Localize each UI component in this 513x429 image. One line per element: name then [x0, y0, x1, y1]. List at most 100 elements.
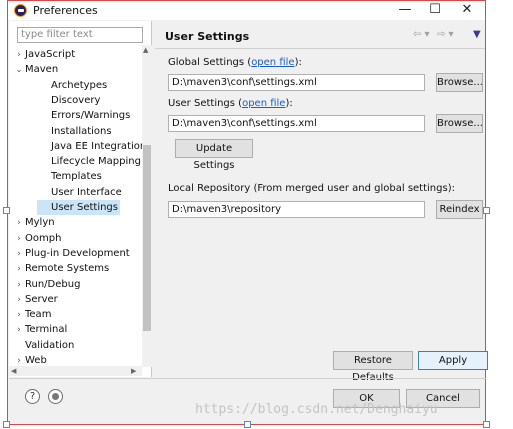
tree-item-label: Discovery: [51, 94, 101, 106]
user-settings-label-text: User Settings (: [168, 98, 243, 109]
collapse-chevron-icon[interactable]: ›: [13, 323, 25, 338]
preferences-tree: › JavaScript ⌄ Maven Archetypes Discovery Erro…: [9, 45, 142, 369]
local-repository-field: D:\maven3\repository: [168, 201, 425, 218]
scroll-left-arrow-icon[interactable]: ◀: [11, 366, 16, 376]
scroll-right-arrow-icon[interactable]: ▶: [131, 366, 136, 376]
tree-item-label: Validation: [25, 339, 75, 351]
tree-item-label: Team: [25, 309, 52, 321]
tree-item-label: Run/Debug: [25, 278, 81, 290]
tree-vertical-scrollbar[interactable]: ▲: [142, 45, 152, 367]
resize-handle-bottom-right[interactable]: [483, 421, 490, 428]
tree-item[interactable]: Archetypes: [37, 78, 109, 93]
tree-item-label: Java EE Integration: [51, 140, 142, 152]
title-separator: [155, 48, 485, 49]
expand-chevron-icon[interactable]: ⌄: [13, 63, 25, 78]
settings-page: User Settings ⇦ ▾ ⇨ ▾ ▼ Global Settings …: [155, 21, 488, 383]
tree-item-label: Installations: [51, 125, 112, 137]
tree-item[interactable]: › Terminal: [11, 322, 69, 337]
tree-item[interactable]: › Oomph: [11, 231, 63, 246]
help-icon[interactable]: ?: [25, 389, 40, 404]
watermark-text: https://blog.csdn.net/Denghaiyu: [195, 402, 438, 417]
footer-separator: [9, 378, 486, 379]
forward-arrow-icon[interactable]: ⇨ ▾: [437, 29, 454, 40]
global-settings-label: Global Settings (open file):: [168, 57, 302, 68]
global-settings-label-suffix: ):: [294, 57, 302, 68]
collapse-chevron-icon[interactable]: ›: [13, 262, 25, 277]
title-bar: Preferences — ☐ ✕: [8, 1, 485, 20]
tree-item[interactable]: Java EE Integration: [37, 139, 142, 154]
collapse-chevron-icon[interactable]: ›: [13, 216, 25, 231]
global-open-file-link[interactable]: open file: [251, 57, 294, 68]
update-settings-button[interactable]: Update Settings: [175, 139, 253, 171]
tree-item-label: User Interface: [51, 186, 122, 198]
tree-item-label: Templates: [51, 171, 102, 183]
filter-input[interactable]: type filter text: [17, 27, 143, 43]
global-settings-field[interactable]: D:\maven3\conf\settings.xml: [168, 74, 425, 91]
collapse-chevron-icon[interactable]: ›: [13, 247, 25, 262]
back-arrow-icon[interactable]: ⇦ ▾: [413, 29, 430, 40]
maximize-button[interactable]: ☐: [420, 2, 450, 19]
record-icon[interactable]: [48, 389, 63, 404]
tree-item-label: Web: [25, 355, 47, 366]
record-dot: [52, 393, 59, 400]
tree-item[interactable]: › Run/Debug: [11, 277, 82, 292]
restore-defaults-button[interactable]: Restore Defaults: [333, 351, 413, 383]
minimize-button[interactable]: —: [390, 2, 420, 19]
user-settings-label: User Settings (open file):: [168, 98, 293, 109]
view-menu-icon[interactable]: ▼: [473, 29, 481, 40]
tree-item-label: Errors/Warnings: [51, 110, 131, 122]
user-settings-field[interactable]: D:\maven3\conf\settings.xml: [168, 115, 425, 132]
tree-item-label: Server: [25, 293, 58, 305]
global-browse-button[interactable]: Browse...: [436, 73, 483, 92]
tree-item[interactable]: Lifecycle Mapping: [37, 154, 142, 169]
resize-handle-right[interactable]: [483, 207, 490, 214]
tree-item-label: Archetypes: [51, 79, 108, 91]
tree-item-label: Remote Systems: [25, 263, 110, 275]
tree-item-label: Oomph: [25, 232, 62, 244]
eclipse-icon: [14, 4, 27, 17]
tree-item[interactable]: Templates: [37, 169, 104, 184]
collapse-chevron-icon[interactable]: ›: [13, 308, 25, 323]
close-button[interactable]: ✕: [452, 2, 482, 19]
resize-handle-bottom[interactable]: [244, 421, 251, 428]
tree-horizontal-scrollbar[interactable]: ◀ ▶: [9, 366, 142, 376]
user-browse-button[interactable]: Browse...: [436, 114, 483, 133]
collapse-chevron-icon[interactable]: ›: [13, 232, 25, 247]
tree-item[interactable]: Installations: [37, 124, 114, 139]
resize-handle-left[interactable]: [3, 207, 10, 214]
page-title: User Settings: [165, 30, 250, 43]
tree-item-label: Mylyn: [25, 217, 55, 229]
global-settings-label-text: Global Settings (: [168, 57, 252, 68]
tree-item[interactable]: › Plug-in Development: [11, 246, 132, 261]
reindex-button[interactable]: Reindex: [436, 200, 483, 219]
collapse-chevron-icon[interactable]: ›: [13, 48, 25, 63]
user-open-file-link[interactable]: open file: [242, 98, 285, 109]
window-title: Preferences: [33, 4, 98, 17]
preferences-dialog: Preferences — ☐ ✕ type filter text › Java…: [7, 0, 488, 425]
resize-handle-bottom-left[interactable]: [3, 421, 10, 428]
preferences-tree-pane: type filter text › JavaScript ⌄ Maven Archet…: [9, 21, 152, 377]
tree-item-label: Terminal: [25, 324, 68, 336]
tree-item[interactable]: › Mylyn: [11, 215, 57, 230]
tree-item[interactable]: Validation: [11, 338, 76, 353]
tree-item[interactable]: Discovery: [37, 93, 102, 108]
tree-item[interactable]: › Team: [11, 307, 53, 322]
vertical-scroll-thumb[interactable]: [143, 145, 151, 331]
scroll-up-arrow-icon[interactable]: ▲: [143, 45, 148, 55]
collapse-chevron-icon[interactable]: ›: [13, 293, 25, 308]
user-settings-label-suffix: ):: [285, 98, 293, 109]
tree-item-label: User Settings: [51, 202, 118, 213]
apply-button[interactable]: Apply: [418, 351, 488, 370]
tree-item[interactable]: ⌄ Maven: [11, 62, 60, 77]
tree-item-label: JavaScript: [25, 49, 76, 60]
tree-item[interactable]: User Settings: [37, 200, 120, 215]
tree-item[interactable]: › Remote Systems: [11, 261, 111, 276]
tree-item[interactable]: User Interface: [37, 185, 124, 200]
tree-item[interactable]: Errors/Warnings: [37, 108, 132, 123]
tree-item[interactable]: › JavaScript: [11, 47, 77, 62]
tree-item[interactable]: › Server: [11, 292, 60, 307]
collapse-chevron-icon[interactable]: ›: [13, 278, 25, 293]
tree-item-label: Maven: [25, 64, 59, 76]
tree-item-label: Plug-in Development: [25, 247, 130, 259]
local-repository-label: Local Repository (From merged user and g…: [168, 183, 455, 194]
